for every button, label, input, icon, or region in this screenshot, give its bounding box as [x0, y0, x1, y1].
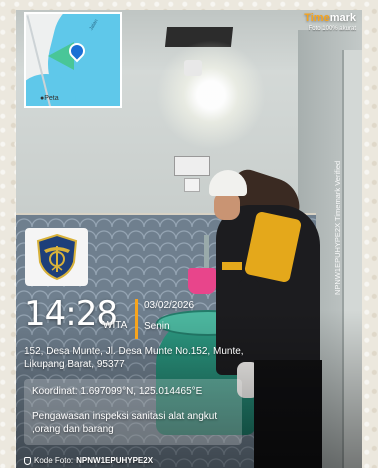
quarantine-emblem-icon — [25, 228, 88, 286]
stamp-day: Senin — [144, 321, 170, 332]
stamp-coordinates: Koordinat: 1.697099°N, 125.014465°E — [32, 386, 203, 397]
emblem-svg — [36, 233, 77, 281]
wall-sign — [174, 156, 210, 176]
person-face — [214, 192, 240, 220]
brand-name-part2: mark — [329, 12, 356, 24]
stamp-divider — [135, 299, 138, 339]
lamp-fixture — [184, 60, 202, 76]
uniform-stripe-small — [222, 262, 242, 270]
stamp-timezone: WITA — [103, 320, 128, 331]
stamp-date: 03/02/2026 — [144, 300, 195, 311]
wall-outlet — [184, 178, 200, 192]
stamp-address: 152, Desa Munte, Jl. Desa Munte No.152, … — [24, 346, 244, 370]
lamp-glow — [156, 40, 266, 150]
stamp-note: Pengawasan inspeksi sanitasi alat angkut… — [32, 411, 218, 435]
brand-logo: Timemark — [304, 12, 356, 24]
photo-code-value: NPNW1EPUHYPE2X — [76, 456, 154, 465]
shield-check-icon — [24, 456, 31, 465]
brand-subtitle: Foto 100% akurat — [308, 26, 356, 32]
photo-code-label: Kode Foto: — [34, 456, 74, 465]
map-label-text: Peta — [44, 95, 59, 102]
brand-name-part1: Time — [304, 12, 330, 24]
location-map[interactable]: Jalan ●Peta — [24, 12, 122, 108]
map-label: ●Peta — [40, 95, 59, 102]
pink-bucket — [188, 268, 216, 294]
photo-code-row: Kode Foto: NPNW1EPUHYPE2X — [24, 456, 153, 465]
verification-code-vertical: NPNW1EPUHYPE2X Timemark Verified — [333, 160, 342, 295]
